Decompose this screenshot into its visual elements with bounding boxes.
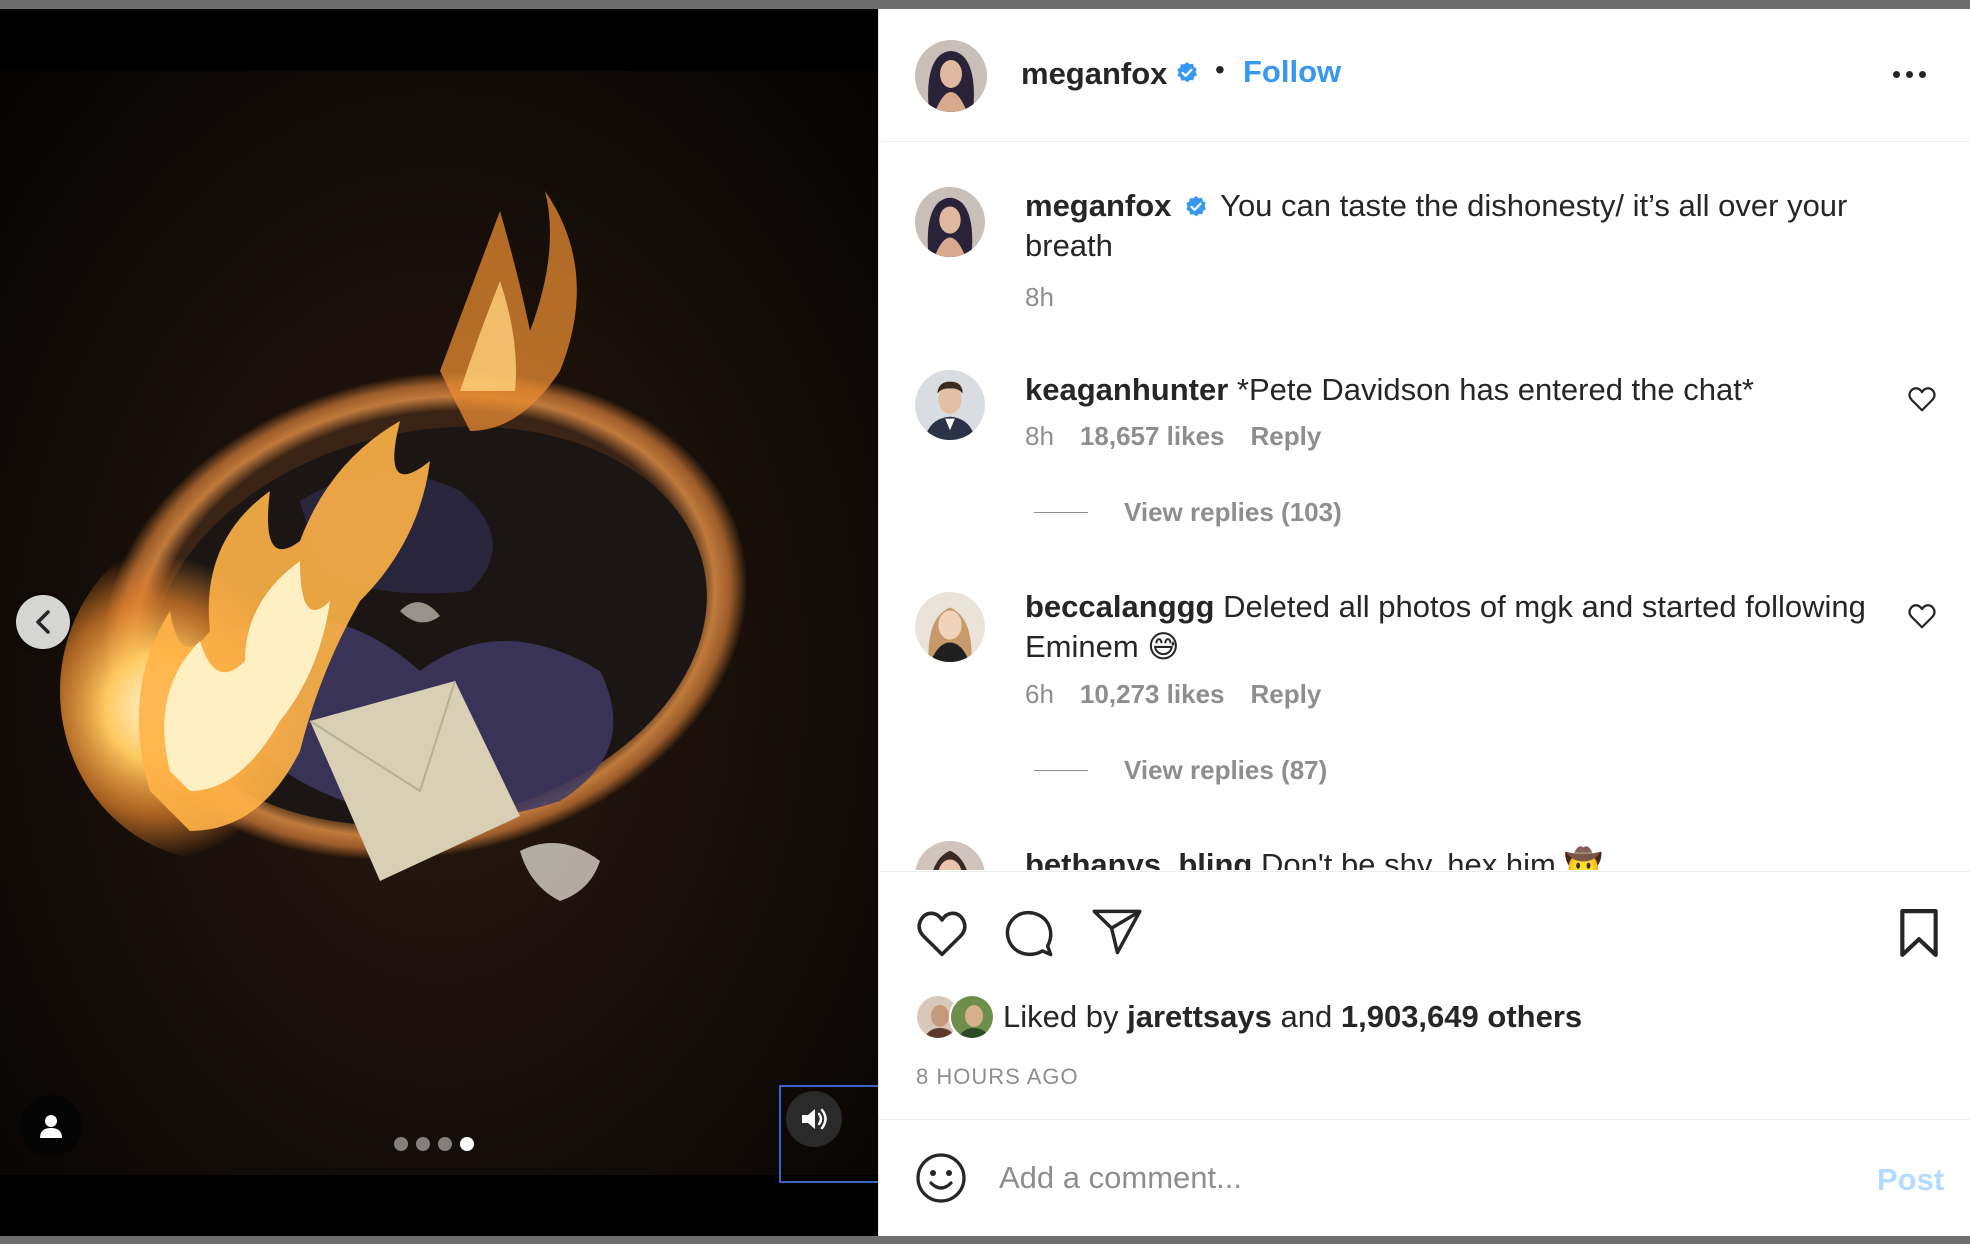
comments-list[interactable]: meganfox You can taste the dishonesty/ i… xyxy=(879,143,1970,870)
more-icon xyxy=(1906,70,1913,78)
share-icon[interactable] xyxy=(1091,908,1143,956)
view-replies-label: View replies (87) xyxy=(1124,755,1328,785)
post-details-panel: meganfox • Follow meganfox You can taste… xyxy=(878,9,1970,1236)
comment-meta: 8h 18,657 likes Reply xyxy=(1025,421,1321,452)
tagged-users-button[interactable] xyxy=(20,1095,82,1157)
caption-username[interactable]: meganfox xyxy=(1025,188,1171,223)
post-timestamp[interactable]: 8 HOURS AGO xyxy=(916,1064,1079,1090)
liker-avatar xyxy=(949,994,995,1040)
carousel-dot xyxy=(438,1137,452,1151)
liker-avatars[interactable] xyxy=(915,994,997,1040)
post-media[interactable] xyxy=(0,9,878,1236)
volume-icon xyxy=(802,1108,827,1130)
commenter-avatar[interactable] xyxy=(915,370,985,440)
replies-divider xyxy=(1034,512,1088,513)
follow-button[interactable]: Follow xyxy=(1243,54,1341,90)
previous-slide-button[interactable] xyxy=(16,595,70,649)
view-replies-button[interactable]: View replies (103) xyxy=(1034,497,1342,528)
emoji-icon[interactable] xyxy=(915,1152,967,1204)
view-replies-label: View replies (103) xyxy=(1124,497,1342,527)
comment-text-block: bethanys_bling Don't be shy, hex him 🤠 xyxy=(1025,845,1885,870)
comment-text: *Pete Davidson has entered the chat* xyxy=(1236,372,1754,407)
comment-like-count[interactable]: 18,657 likes xyxy=(1080,421,1225,452)
more-icon xyxy=(1919,70,1926,78)
liked-by-summary: Liked by jarettsays and 1,903,649 others xyxy=(915,994,1582,1040)
liked-by-conjunction: and xyxy=(1280,999,1333,1034)
comment-timestamp[interactable]: 8h xyxy=(1025,421,1054,452)
browser-top-strip xyxy=(0,0,1970,9)
author-username[interactable]: meganfox xyxy=(1021,56,1167,92)
carousel-dot xyxy=(394,1137,408,1151)
comment-meta: 6h 10,273 likes Reply xyxy=(1025,679,1321,710)
heart-icon[interactable] xyxy=(1907,384,1937,414)
comment-icon[interactable] xyxy=(1003,908,1055,960)
reply-button[interactable]: Reply xyxy=(1251,421,1322,452)
add-comment-bar: Post xyxy=(879,1119,1970,1236)
mute-toggle-button[interactable] xyxy=(786,1091,842,1147)
caption-text-block: meganfox You can taste the dishonesty/ i… xyxy=(1025,186,1885,266)
post-comment-button[interactable]: Post xyxy=(1877,1162,1944,1198)
video-frame[interactable] xyxy=(0,71,878,1175)
replies-divider xyxy=(1034,770,1088,771)
like-count-link[interactable]: 1,903,649 others xyxy=(1341,999,1582,1035)
verified-badge-icon xyxy=(1186,196,1207,217)
heart-icon[interactable] xyxy=(1907,601,1937,631)
liker-username[interactable]: jarettsays xyxy=(1127,999,1272,1035)
comment-text: Don't be shy, hex him 🤠 xyxy=(1261,847,1604,870)
chevron-left-icon xyxy=(36,610,50,634)
author-avatar[interactable] xyxy=(915,40,987,112)
post-header: meganfox • Follow xyxy=(879,9,1970,142)
verified-badge-icon xyxy=(1177,62,1197,83)
more-icon xyxy=(1893,70,1900,78)
carousel-dot xyxy=(416,1137,430,1151)
post-actions: Liked by jarettsays and 1,903,649 others… xyxy=(879,871,1970,1131)
comment-timestamp[interactable]: 6h xyxy=(1025,679,1054,710)
bookmark-icon[interactable] xyxy=(1897,908,1941,958)
comment-text-block: beccalanggg Deleted all photos of mgk an… xyxy=(1025,587,1885,667)
carousel-indicator xyxy=(394,1137,474,1151)
caption-author-avatar[interactable] xyxy=(915,187,985,257)
carousel-dot-active xyxy=(460,1137,474,1151)
heart-icon[interactable] xyxy=(915,908,969,958)
comment-username[interactable]: beccalanggg xyxy=(1025,589,1215,624)
comment-like-count[interactable]: 10,273 likes xyxy=(1080,679,1225,710)
comment-input[interactable] xyxy=(999,1150,1819,1206)
commenter-avatar[interactable] xyxy=(915,592,985,662)
comment-username[interactable]: bethanys_bling xyxy=(1025,847,1252,870)
more-options-button[interactable] xyxy=(1893,64,1933,84)
caption-meta: 8h xyxy=(1025,282,1054,313)
caption-timestamp[interactable]: 8h xyxy=(1025,282,1054,313)
fire-pit-video xyxy=(60,191,747,901)
liked-by-prefix: Liked by xyxy=(1003,999,1119,1034)
browser-bottom-strip xyxy=(0,1236,1970,1244)
view-replies-button[interactable]: View replies (87) xyxy=(1034,755,1327,786)
reply-button[interactable]: Reply xyxy=(1251,679,1322,710)
comment-username[interactable]: keaganhunter xyxy=(1025,372,1228,407)
user-tag-icon xyxy=(40,1115,62,1138)
comment-text-block: keaganhunter *Pete Davidson has entered … xyxy=(1025,370,1885,410)
header-separator: • xyxy=(1215,54,1225,85)
commenter-avatar[interactable] xyxy=(915,841,985,870)
